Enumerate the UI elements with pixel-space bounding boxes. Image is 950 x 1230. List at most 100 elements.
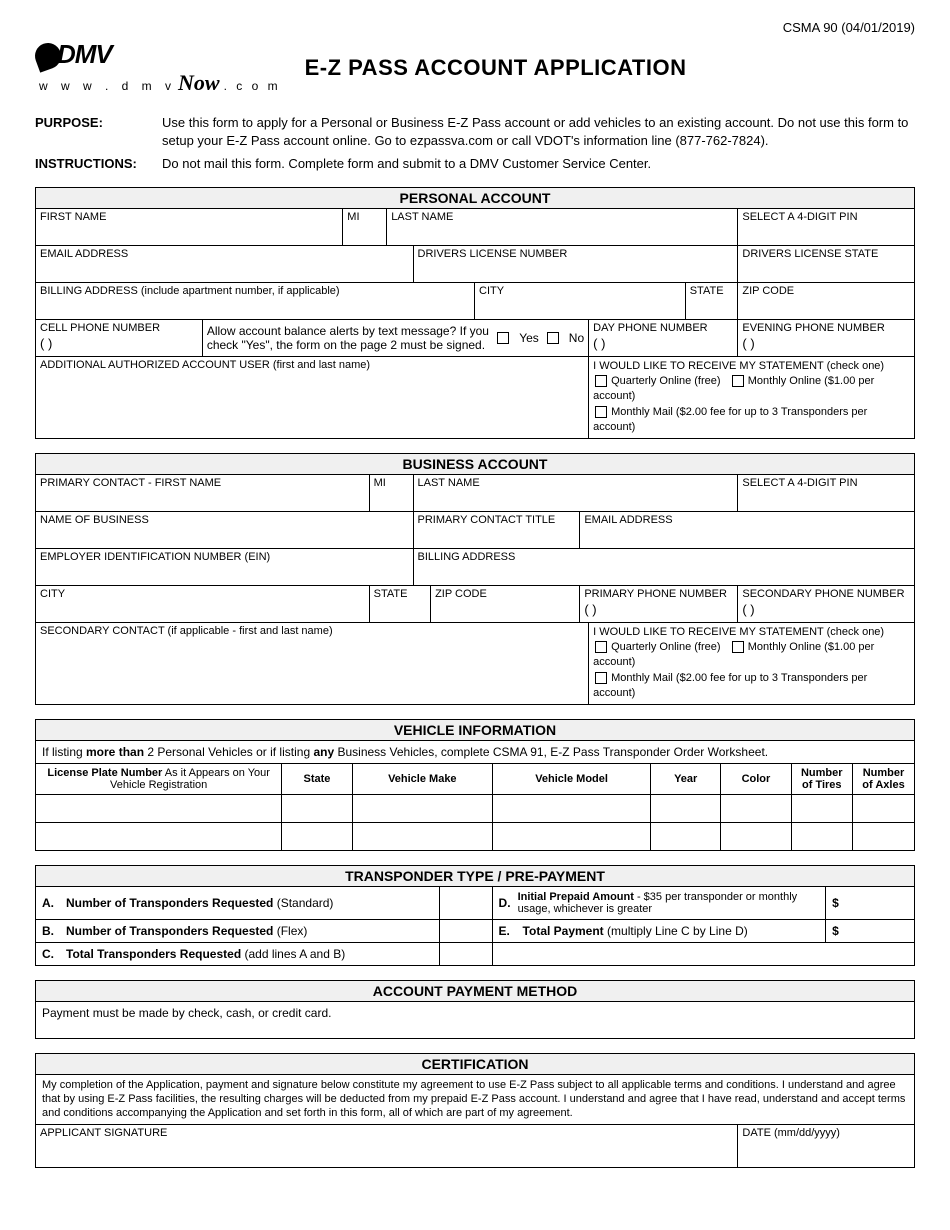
stmt-head: I WOULD LIKE TO RECEIVE MY STATEMENT (ch…	[593, 359, 910, 374]
biz-stmt-monthly-online-checkbox[interactable]	[732, 641, 744, 653]
dl-num-label: DRIVERS LICENSE NUMBER	[418, 248, 734, 260]
stmt-quarterly-checkbox[interactable]	[595, 375, 607, 387]
logo-url: w w w . d m v	[35, 79, 176, 93]
email-label: EMAIL ADDRESS	[40, 248, 409, 260]
biz-sec-contact-label: SECONDARY CONTACT (if applicable - first…	[40, 625, 584, 637]
biz-zip-label: ZIP CODE	[435, 588, 575, 600]
instructions-label: INSTRUCTIONS:	[35, 155, 150, 173]
vehicle-info-section: VEHICLE INFORMATION If listing more than…	[35, 719, 915, 852]
instructions-row: INSTRUCTIONS: Do not mail this form. Com…	[35, 155, 915, 173]
eve-paren[interactable]: ( )	[742, 334, 910, 351]
tp-e-letter: E.	[499, 924, 517, 938]
vehicle-heading: VEHICLE INFORMATION	[36, 720, 914, 741]
stmt-monthly-online-checkbox[interactable]	[732, 375, 744, 387]
alerts-yes-label: Yes	[519, 331, 539, 345]
alerts-no-label: No	[569, 331, 584, 345]
biz-stmt-head: I WOULD LIKE TO RECEIVE MY STATEMENT (ch…	[593, 625, 910, 640]
tp-c-input[interactable]	[440, 943, 493, 965]
payment-heading: ACCOUNT PAYMENT METHOD	[36, 981, 914, 1002]
day-paren[interactable]: ( )	[593, 334, 733, 351]
stmt-monthly-mail-checkbox[interactable]	[595, 406, 607, 418]
vehicle-table: License Plate Number As it Appears on Yo…	[36, 764, 914, 851]
mi-label: MI	[347, 211, 382, 223]
form-id: CSMA 90 (04/01/2019)	[35, 20, 915, 35]
stmt-monthly-mail-label: Monthly Mail ($2.00 fee for up to 3 Tran…	[593, 406, 867, 433]
cell-phone-label: CELL PHONE NUMBER	[40, 322, 198, 334]
tp-b-letter: B.	[42, 924, 60, 938]
instructions-text: Do not mail this form. Complete form and…	[162, 155, 651, 173]
col-make: Vehicle Make	[352, 764, 492, 795]
col-tires: Number of Tires	[791, 764, 852, 795]
biz-city-label: CITY	[40, 588, 365, 600]
biz-pc-title-label: PRIMARY CONTACT TITLE	[418, 514, 576, 526]
cell-paren[interactable]: ( )	[40, 334, 198, 351]
vehicle-row-2[interactable]	[36, 822, 914, 850]
business-heading: BUSINESS ACCOUNT	[36, 454, 914, 475]
date-label: DATE (mm/dd/yyyy)	[742, 1127, 910, 1139]
biz-email-label: EMAIL ADDRESS	[584, 514, 910, 526]
biz-billing-label: BILLING ADDRESS	[418, 551, 910, 563]
alerts-yes-checkbox[interactable]	[497, 332, 509, 344]
transponder-heading: TRANSPONDER TYPE / PRE-PAYMENT	[36, 866, 914, 887]
col-axles: Number of Axles	[853, 764, 915, 795]
col-year: Year	[651, 764, 721, 795]
cert-text: My completion of the Application, paymen…	[36, 1075, 914, 1125]
tp-a-letter: A.	[42, 896, 60, 910]
biz-ein-label: EMPLOYER IDENTIFICATION NUMBER (EIN)	[40, 551, 409, 563]
biz-sphone-label: SECONDARY PHONE NUMBER	[742, 588, 910, 600]
logo-now: Now	[176, 70, 220, 95]
purpose-text: Use this form to apply for a Personal or…	[162, 114, 915, 149]
alerts-no-checkbox[interactable]	[547, 332, 559, 344]
tp-d-input[interactable]: $	[826, 887, 914, 919]
logo-dotcom: . c o m	[220, 79, 281, 93]
last-name-label: LAST NAME	[391, 211, 733, 223]
purpose-label: PURPOSE:	[35, 114, 150, 149]
page-header: DMV w w w . d m vNow. c o m E-Z PASS ACC…	[35, 39, 915, 96]
alerts-question: Allow account balance alerts by text mes…	[207, 324, 489, 352]
dl-state-label: DRIVERS LICENSE STATE	[742, 248, 910, 260]
biz-pphone-label: PRIMARY PHONE NUMBER	[584, 588, 733, 600]
day-phone-label: DAY PHONE NUMBER	[593, 322, 733, 334]
biz-stmt-monthly-mail-checkbox[interactable]	[595, 672, 607, 684]
col-color: Color	[721, 764, 791, 795]
cert-heading: CERTIFICATION	[36, 1054, 914, 1075]
certification-section: CERTIFICATION My completion of the Appli…	[35, 1053, 915, 1168]
page-title: E-Z PASS ACCOUNT APPLICATION	[305, 55, 687, 81]
state-label: STATE	[690, 285, 734, 297]
signature-label: APPLICANT SIGNATURE	[40, 1127, 733, 1139]
logo-brand: DMV	[57, 39, 112, 69]
personal-heading: PERSONAL ACCOUNT	[36, 188, 914, 209]
dmv-logo: DMV w w w . d m vNow. c o m	[35, 39, 281, 96]
biz-pin-label: SELECT A 4-DIGIT PIN	[742, 477, 910, 489]
business-account-section: BUSINESS ACCOUNT PRIMARY CONTACT - FIRST…	[35, 453, 915, 705]
biz-mi-label: MI	[374, 477, 409, 489]
col-model: Vehicle Model	[493, 764, 651, 795]
vehicle-note: If listing more than 2 Personal Vehicles…	[36, 741, 914, 764]
stmt-quarterly-label: Quarterly Online (free)	[611, 375, 720, 387]
biz-stmt-quarterly-label: Quarterly Online (free)	[611, 641, 720, 653]
purpose-row: PURPOSE: Use this form to apply for a Pe…	[35, 114, 915, 149]
auth-user-label: ADDITIONAL AUTHORIZED ACCOUNT USER (firs…	[40, 359, 584, 371]
biz-name-label: NAME OF BUSINESS	[40, 514, 409, 526]
biz-stmt-quarterly-checkbox[interactable]	[595, 641, 607, 653]
tp-c-letter: C.	[42, 947, 60, 961]
biz-stmt-monthly-mail-label: Monthly Mail ($2.00 fee for up to 3 Tran…	[593, 672, 867, 699]
biz-sphone-paren[interactable]: ( )	[742, 600, 910, 617]
billing-label: BILLING ADDRESS (include apartment numbe…	[40, 285, 470, 297]
biz-state-label: STATE	[374, 588, 426, 600]
col-state: State	[282, 764, 352, 795]
biz-pc-first-label: PRIMARY CONTACT - FIRST NAME	[40, 477, 365, 489]
tp-b-input[interactable]	[440, 920, 493, 942]
payment-method-section: ACCOUNT PAYMENT METHOD Payment must be m…	[35, 980, 915, 1039]
tp-e-input[interactable]: $	[826, 920, 914, 942]
tp-a-input[interactable]	[440, 887, 493, 919]
vehicle-row-1[interactable]	[36, 794, 914, 822]
personal-account-section: PERSONAL ACCOUNT FIRST NAME MI LAST NAME…	[35, 187, 915, 439]
tp-d-letter: D.	[499, 896, 512, 910]
first-name-label: FIRST NAME	[40, 211, 338, 223]
payment-text: Payment must be made by check, cash, or …	[36, 1002, 914, 1038]
biz-pphone-paren[interactable]: ( )	[584, 600, 733, 617]
eve-phone-label: EVENING PHONE NUMBER	[742, 322, 910, 334]
col-plate: License Plate Number	[47, 767, 162, 779]
pin-label: SELECT A 4-DIGIT PIN	[742, 211, 910, 223]
